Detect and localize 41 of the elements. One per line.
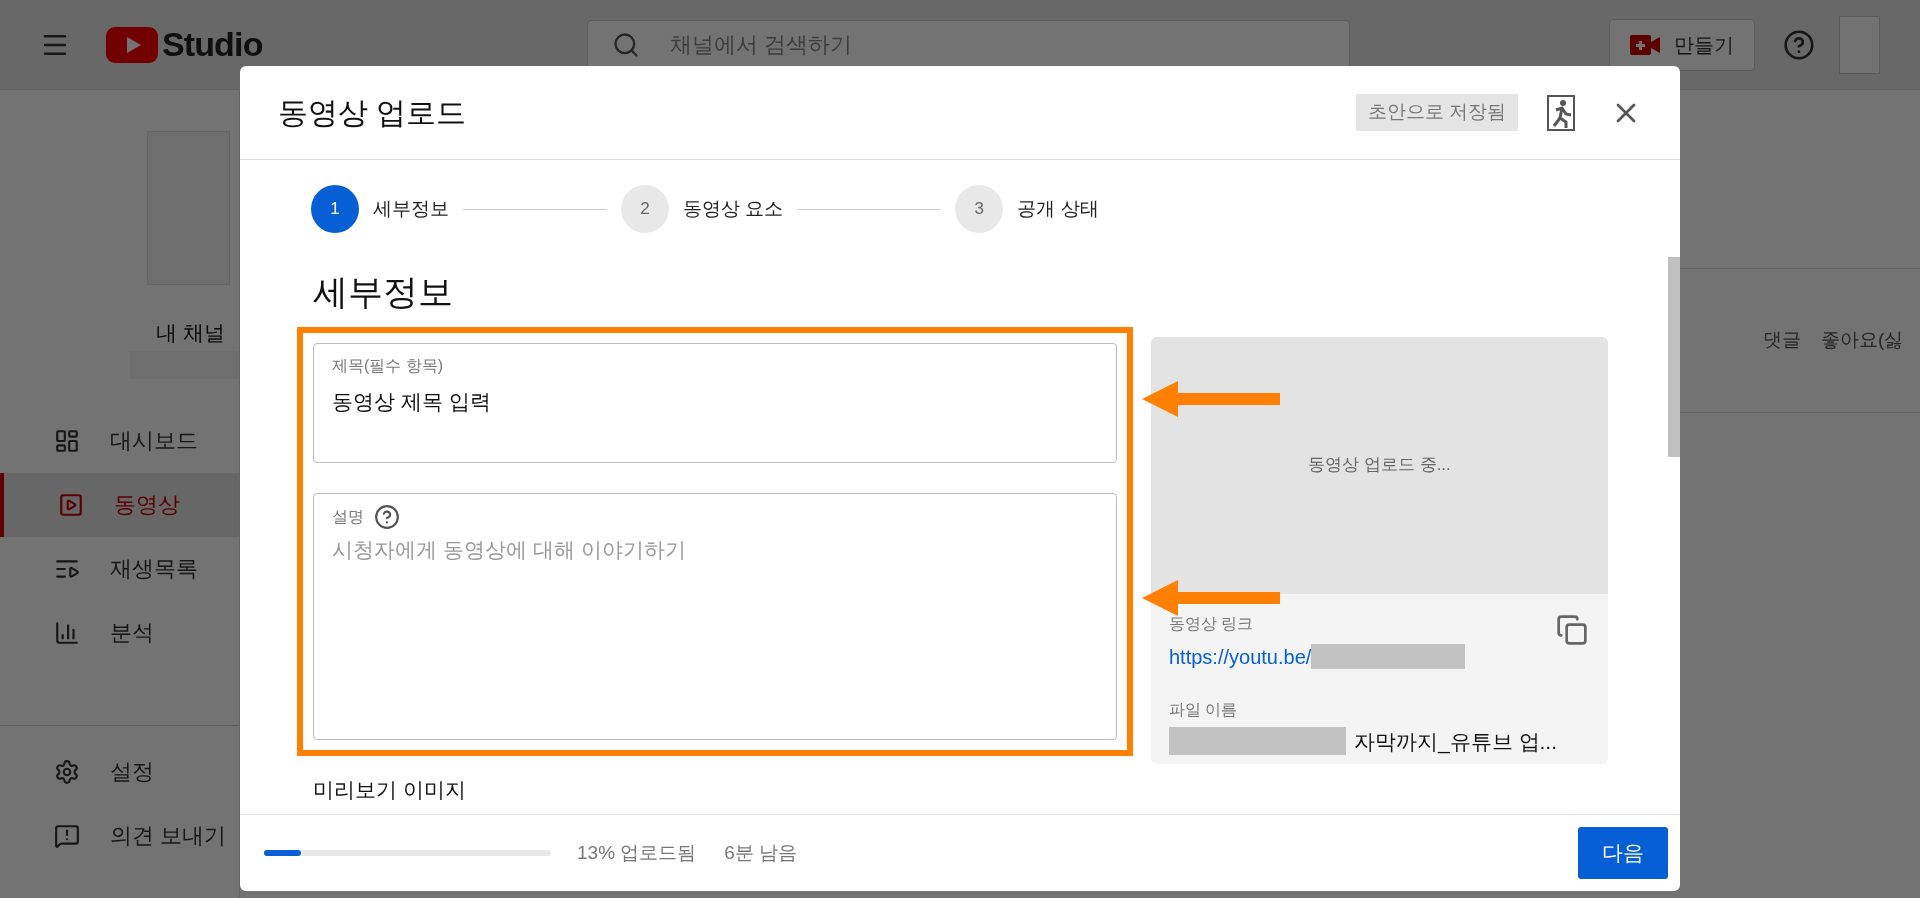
- sidebar-item[interactable]: 분석: [0, 600, 239, 665]
- sidebar-item[interactable]: 재생목록: [0, 536, 239, 601]
- dialog-title: 동영상 업로드: [278, 95, 467, 131]
- section-title: 세부정보: [313, 271, 453, 313]
- play-logo-icon: [105, 26, 158, 63]
- create-button[interactable]: 만들기: [1609, 18, 1756, 71]
- bar-chart-icon: [54, 619, 80, 646]
- help-icon[interactable]: [1783, 28, 1816, 61]
- column-header[interactable]: 좋아요(싫: [1821, 326, 1904, 355]
- video-camera-icon: [1630, 34, 1661, 55]
- file-name: 자막까지_유튜브 업...: [1354, 728, 1558, 756]
- search-icon: [611, 30, 640, 59]
- saved-badge: 초안으로 저장됨: [1355, 94, 1518, 131]
- scrollbar-thumb[interactable]: [1668, 257, 1680, 457]
- feedback-icon: [54, 822, 80, 849]
- step-tab[interactable]: 3 공개 상태: [955, 185, 1099, 233]
- video-link[interactable]: https://youtu.be/: [1169, 641, 1312, 672]
- time-remaining: 6분 남음: [724, 840, 798, 865]
- link-label: 동영상 링크: [1169, 613, 1254, 634]
- description-field[interactable]: 설명 시청자에게 동영상에 대해 이야기하기: [313, 492, 1117, 740]
- step-tab[interactable]: 1 세부정보: [311, 185, 449, 233]
- title-field[interactable]: 제목(필수 항목) 동영상 제목 입력: [313, 342, 1117, 463]
- dashboard-icon: [54, 427, 80, 454]
- sidebar-item[interactable]: 동영상: [0, 472, 239, 537]
- next-button[interactable]: 다음: [1578, 827, 1668, 879]
- column-header[interactable]: 댓글: [1763, 326, 1801, 355]
- exit-sign-icon[interactable]: [1546, 93, 1576, 132]
- thumbnail-label: 미리보기 이미지: [313, 776, 466, 803]
- upload-percent: 13% 업로드됨: [577, 840, 697, 865]
- copy-icon[interactable]: [1556, 613, 1588, 646]
- logo-text: Studio: [161, 24, 263, 65]
- step-tab[interactable]: 2 동영상 요소: [621, 185, 784, 233]
- sidebar-item[interactable]: 의견 보내기: [0, 803, 239, 868]
- sidebar-item[interactable]: 설정: [0, 739, 239, 804]
- help-icon[interactable]: [374, 503, 400, 530]
- upload-status: 동영상 업로드 중...: [1308, 454, 1451, 477]
- settings-icon: [54, 758, 80, 785]
- channel-label: 내 채널: [156, 320, 226, 346]
- filename-label: 파일 이름: [1169, 699, 1238, 720]
- video-library-icon: [58, 491, 84, 518]
- sidebar-item[interactable]: 대시보드: [0, 408, 239, 473]
